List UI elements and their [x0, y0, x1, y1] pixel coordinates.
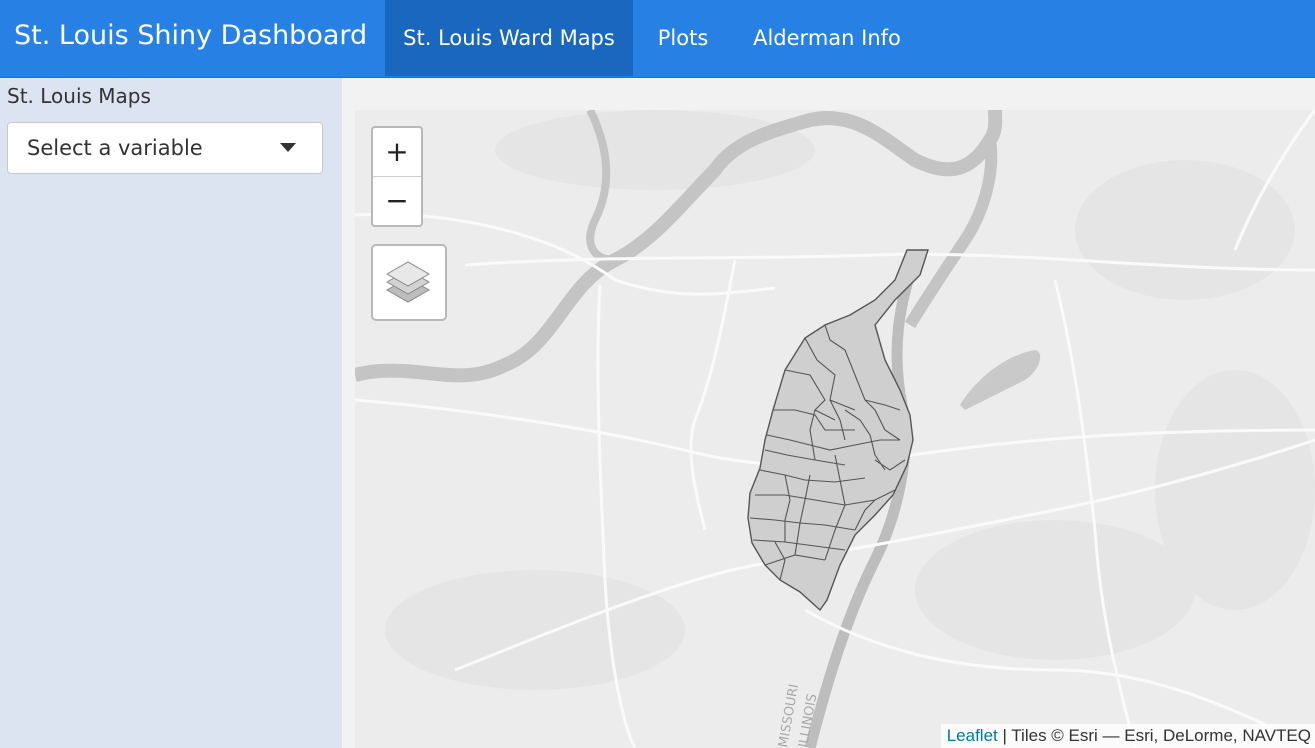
- leaflet-map[interactable]: MISSOURI ILLINOIS + − Leaflet | Tiles © …: [355, 110, 1315, 748]
- variable-select[interactable]: Select a variable: [7, 122, 323, 174]
- layers-icon: [385, 261, 431, 303]
- sidebar-title: St. Louis Maps: [7, 84, 151, 108]
- tab-ward-maps[interactable]: St. Louis Ward Maps: [385, 0, 633, 76]
- zoom-in-button[interactable]: +: [373, 128, 421, 177]
- chevron-down-icon[interactable]: [280, 143, 296, 152]
- zoom-control: + −: [371, 126, 423, 227]
- map-attribution: Leaflet | Tiles © Esri — Esri, DeLorme, …: [940, 724, 1315, 748]
- zoom-out-button[interactable]: −: [373, 177, 421, 225]
- sidebar: St. Louis Maps Select a variable: [0, 78, 342, 748]
- tiles-credit: | Tiles © Esri — Esri, DeLorme, NAVTEQ: [997, 726, 1311, 745]
- variable-select-value: Select a variable: [27, 136, 203, 160]
- leaflet-link[interactable]: Leaflet: [947, 726, 998, 745]
- basemap-tiles: MISSOURI ILLINOIS: [355, 110, 1315, 748]
- navbar: St. Louis Shiny Dashboard St. Louis Ward…: [0, 0, 1315, 78]
- layers-control-button[interactable]: [371, 244, 447, 321]
- tab-plots[interactable]: Plots: [648, 0, 718, 76]
- tab-alderman-info[interactable]: Alderman Info: [748, 0, 906, 76]
- app-title: St. Louis Shiny Dashboard: [14, 20, 368, 51]
